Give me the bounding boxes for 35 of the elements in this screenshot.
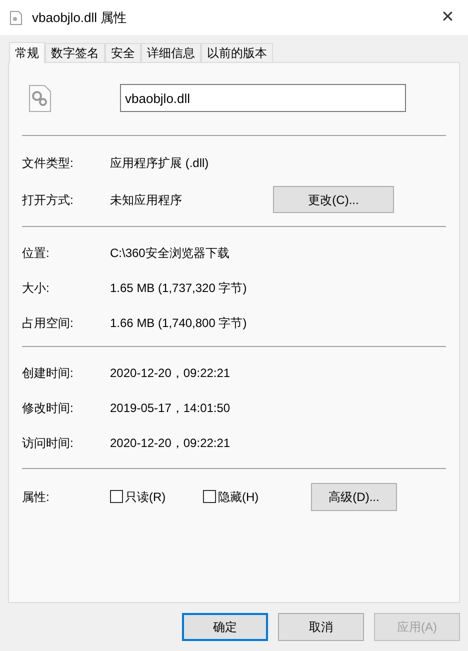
document-icon bbox=[10, 10, 22, 24]
field-label: 修改时间: bbox=[22, 400, 74, 416]
field-label: 属性: bbox=[22, 488, 50, 506]
field-value: 1.65 MB (1,737,320 字节) bbox=[110, 280, 248, 296]
dialog-button[interactable]: 确定 bbox=[182, 613, 268, 641]
field-label: 占用空间: bbox=[22, 314, 74, 332]
field-label: 大小: bbox=[22, 280, 50, 296]
tab[interactable]: 详细信息 bbox=[141, 43, 201, 62]
checkbox[interactable]: 只读(R) bbox=[110, 488, 203, 506]
field-value: 未知应用程序 bbox=[110, 192, 183, 208]
field-value: 应用程序扩展 (.dll) bbox=[110, 154, 210, 172]
settings-file-icon bbox=[29, 84, 51, 112]
close-button[interactable]: ✕ bbox=[441, 6, 454, 30]
checkbox-box[interactable] bbox=[203, 490, 216, 503]
field-label: 打开方式: bbox=[22, 192, 74, 208]
tab[interactable]: 以前的版本 bbox=[201, 43, 273, 62]
checkbox[interactable]: 隐藏(H) bbox=[203, 488, 296, 506]
advanced-button[interactable]: 高级(D)... bbox=[311, 482, 397, 510]
field-value: 2020-12-20，09:22:21 bbox=[110, 434, 232, 452]
checkbox-box[interactable] bbox=[110, 490, 123, 503]
field-value: 2020-12-20，09:22:21 bbox=[110, 364, 232, 382]
field-label: 文件类型: bbox=[22, 154, 74, 172]
field-value: 2019-05-17，14:01:50 bbox=[110, 400, 232, 416]
field-label: 位置: bbox=[22, 244, 50, 262]
file-name-input[interactable]: vbaobjlo.dll bbox=[120, 84, 406, 112]
tab[interactable]: 常规 bbox=[9, 42, 45, 63]
field-value: C:\360安全浏览器下载 bbox=[110, 244, 230, 262]
field-value: 1.66 MB (1,740,800 字节) bbox=[110, 314, 248, 332]
tab[interactable]: 安全 bbox=[105, 43, 141, 62]
window-title: vbaobjlo.dll 属性 bbox=[32, 8, 127, 27]
tab[interactable]: 数字签名 bbox=[45, 43, 105, 62]
field-label: 创建时间: bbox=[22, 364, 74, 382]
change-button[interactable]: 更改(C)... bbox=[273, 186, 394, 213]
dialog-button[interactable]: 取消 bbox=[278, 613, 364, 641]
field-label: 访问时间: bbox=[22, 434, 74, 452]
